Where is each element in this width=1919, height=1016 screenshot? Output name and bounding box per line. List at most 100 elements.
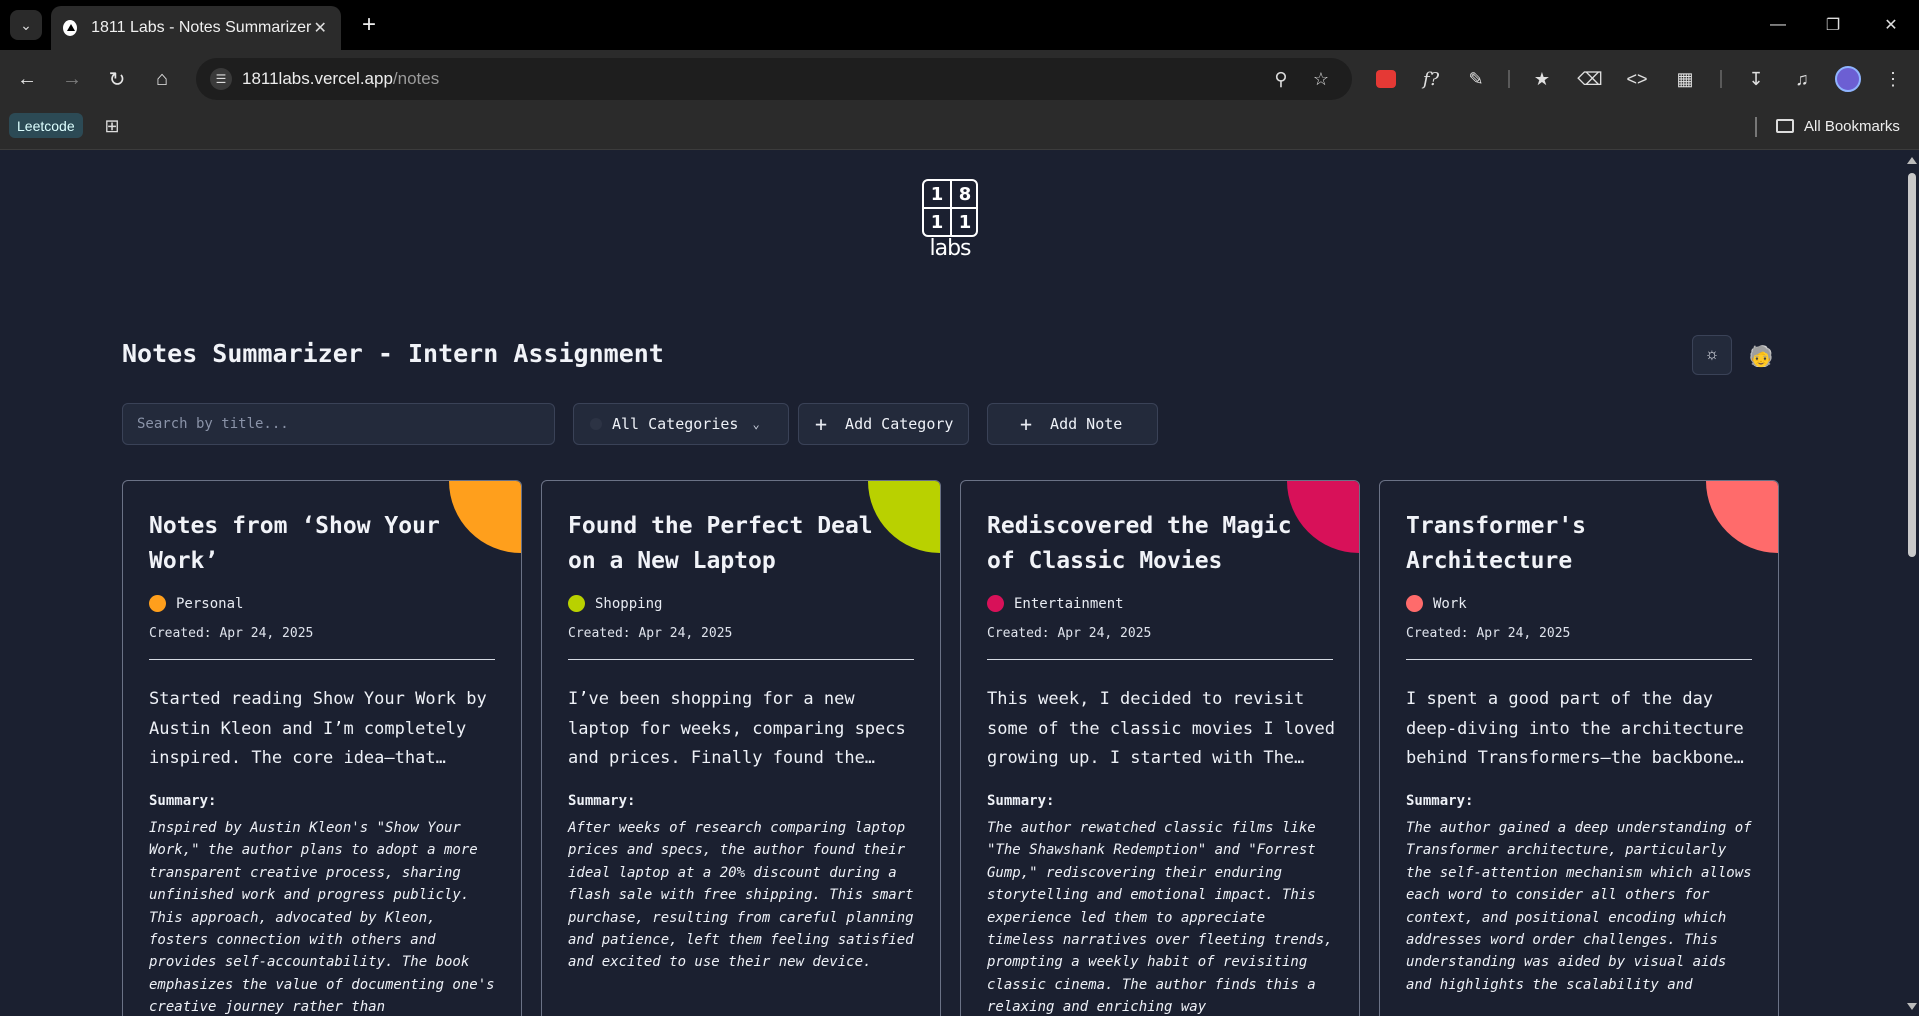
note-card[interactable]: Notes from ‘Show Your Work’ Personal Cre… xyxy=(122,480,522,1016)
summary-label: Summary: xyxy=(568,793,636,809)
note-category-label: Personal xyxy=(176,595,244,612)
scroll-up-arrow-icon[interactable] xyxy=(1907,157,1917,164)
bookmark-leetcode[interactable]: Leetcode xyxy=(9,113,83,138)
close-tab-icon[interactable]: ✕ xyxy=(311,18,329,38)
bookmarks-bar: Leetcode ⊞ All Bookmarks xyxy=(0,108,1919,150)
favorites-icon[interactable]: ★ xyxy=(1527,64,1557,94)
summary-label: Summary: xyxy=(149,793,217,809)
formula-extension-icon[interactable]: f? xyxy=(1416,64,1446,94)
add-category-button[interactable]: + Add Category xyxy=(798,403,969,445)
tab-title: 1811 Labs - Notes Summarizer xyxy=(91,19,312,36)
category-color-corner xyxy=(868,481,940,553)
new-tab-plus-icon[interactable]: + xyxy=(354,10,384,40)
code-icon[interactable]: <> xyxy=(1622,64,1652,94)
add-category-label: Add Category xyxy=(845,415,954,433)
note-category-label: Work xyxy=(1433,595,1467,612)
layout-icon[interactable]: ▦ xyxy=(1670,64,1700,94)
note-body: This week, I decided to revisit some of … xyxy=(987,689,1335,768)
logo-digit: 1 xyxy=(952,209,976,235)
browser-tab-strip: ⌄ 1811 Labs - Notes Summarizer ✕ + — ❐ ✕ xyxy=(0,0,1919,50)
category-color-corner xyxy=(449,481,521,553)
plus-icon: + xyxy=(815,412,828,436)
tab-search-chevron-icon[interactable]: ⌄ xyxy=(10,10,42,40)
note-card[interactable]: Transformer's Architecture Work Created:… xyxy=(1379,480,1779,1016)
media-control-icon[interactable]: ♫ xyxy=(1787,64,1817,94)
zoom-icon[interactable]: ⚲ xyxy=(1268,66,1294,92)
note-category-label: Shopping xyxy=(595,595,663,612)
trash-icon[interactable]: ⌫ xyxy=(1575,64,1605,94)
download-icon[interactable]: ↧ xyxy=(1741,64,1771,94)
address-bar[interactable]: ☰ 1811labs.vercel.app/notes ⚲ ☆ xyxy=(196,58,1352,100)
search-input[interactable] xyxy=(122,403,555,445)
category-filter-select[interactable]: All Categories ⌄ xyxy=(573,403,789,445)
category-color-corner xyxy=(1287,481,1359,553)
all-bookmarks-label: All Bookmarks xyxy=(1804,117,1900,135)
note-divider xyxy=(149,659,495,660)
minimize-window-icon[interactable]: — xyxy=(1758,10,1798,40)
bookmark-star-icon[interactable]: ☆ xyxy=(1308,66,1334,92)
logo-1811-labs: 1 8 1 1 labs xyxy=(922,179,978,261)
add-note-label: Add Note xyxy=(1050,415,1123,433)
home-icon[interactable]: ⌂ xyxy=(146,63,178,95)
site-favicon-icon xyxy=(63,20,78,36)
back-arrow-icon[interactable]: ← xyxy=(11,63,43,95)
note-summary: The author rewatched classic films like … xyxy=(987,820,1333,1016)
forward-arrow-icon[interactable]: → xyxy=(56,63,88,95)
url-host: 1811labs.vercel.app xyxy=(242,69,393,88)
all-bookmarks-button[interactable]: All Bookmarks xyxy=(1776,114,1900,138)
reload-icon[interactable]: ↻ xyxy=(101,63,133,95)
note-body: I’ve been shopping for a new laptop for … xyxy=(568,689,906,768)
profile-avatar-icon[interactable] xyxy=(1833,64,1863,94)
browser-tab[interactable]: 1811 Labs - Notes Summarizer ✕ xyxy=(51,6,341,50)
url-path: /notes xyxy=(392,69,440,88)
note-title: Notes from ‘Show Your Work’ xyxy=(149,513,440,574)
category-dot xyxy=(149,595,166,612)
logo-grid: 1 8 1 1 xyxy=(922,179,978,237)
note-summary: After weeks of research comparing laptop… xyxy=(568,820,914,971)
note-category: Work xyxy=(1406,595,1467,612)
browser-toolbar: ← → ↻ ⌂ ☰ 1811labs.vercel.app/notes ⚲ ☆ … xyxy=(0,50,1919,108)
site-settings-icon[interactable]: ☰ xyxy=(210,68,232,90)
restore-window-icon[interactable]: ❐ xyxy=(1813,10,1853,40)
summary-label: Summary: xyxy=(1406,793,1474,809)
logo-digit: 1 xyxy=(924,181,950,207)
scrollbar-thumb[interactable] xyxy=(1908,173,1916,557)
close-window-icon[interactable]: ✕ xyxy=(1871,10,1911,40)
browser-menu-icon[interactable]: ⋮ xyxy=(1878,64,1908,94)
note-created-date: Created: Apr 24, 2025 xyxy=(149,626,314,641)
apps-grid-icon[interactable]: ⊞ xyxy=(101,115,123,137)
extensions-puzzle-icon[interactable]: ✎ xyxy=(1461,64,1491,94)
note-summary: Inspired by Austin Kleon's "Show Your Wo… xyxy=(149,820,495,1016)
logo-digit: 8 xyxy=(952,181,976,207)
folder-icon xyxy=(1776,119,1794,133)
user-avatar[interactable]: 🧓 xyxy=(1748,343,1774,369)
summary-label: Summary: xyxy=(987,793,1055,809)
category-filter-label: All Categories xyxy=(612,415,739,433)
extension-red-icon[interactable] xyxy=(1371,64,1401,94)
category-color-dot xyxy=(590,418,602,430)
category-dot xyxy=(568,595,585,612)
category-dot xyxy=(987,595,1004,612)
note-divider xyxy=(1406,659,1752,660)
add-note-button[interactable]: + Add Note xyxy=(987,403,1158,445)
category-color-corner xyxy=(1706,481,1778,553)
note-divider xyxy=(987,659,1333,660)
note-created-date: Created: Apr 24, 2025 xyxy=(987,626,1152,641)
note-card[interactable]: Rediscovered the Magic of Classic Movies… xyxy=(960,480,1360,1016)
note-title: Transformer's Architecture xyxy=(1406,513,1587,574)
note-card[interactable]: Found the Perfect Deal on a New Laptop S… xyxy=(541,480,941,1016)
chevron-down-icon: ⌄ xyxy=(752,417,760,431)
theme-toggle-sun-icon[interactable]: ☼ xyxy=(1692,335,1732,375)
note-category: Shopping xyxy=(568,595,662,612)
bookmarks-divider xyxy=(1755,117,1757,137)
url-text[interactable]: 1811labs.vercel.app/notes xyxy=(242,69,439,89)
page-scrollbar[interactable] xyxy=(1904,151,1919,1016)
note-category-label: Entertainment xyxy=(1014,595,1124,612)
note-created-date: Created: Apr 24, 2025 xyxy=(568,626,733,641)
page-viewport: 1 8 1 1 labs Notes Summarizer - Intern A… xyxy=(0,151,1904,1016)
logo-wordmark: labs xyxy=(929,236,971,261)
note-body: Started reading Show Your Work by Austin… xyxy=(149,689,487,768)
scroll-down-arrow-icon[interactable] xyxy=(1907,1003,1917,1010)
note-summary: The author gained a deep understanding o… xyxy=(1406,820,1752,993)
page-title: Notes Summarizer - Intern Assignment xyxy=(122,339,664,368)
